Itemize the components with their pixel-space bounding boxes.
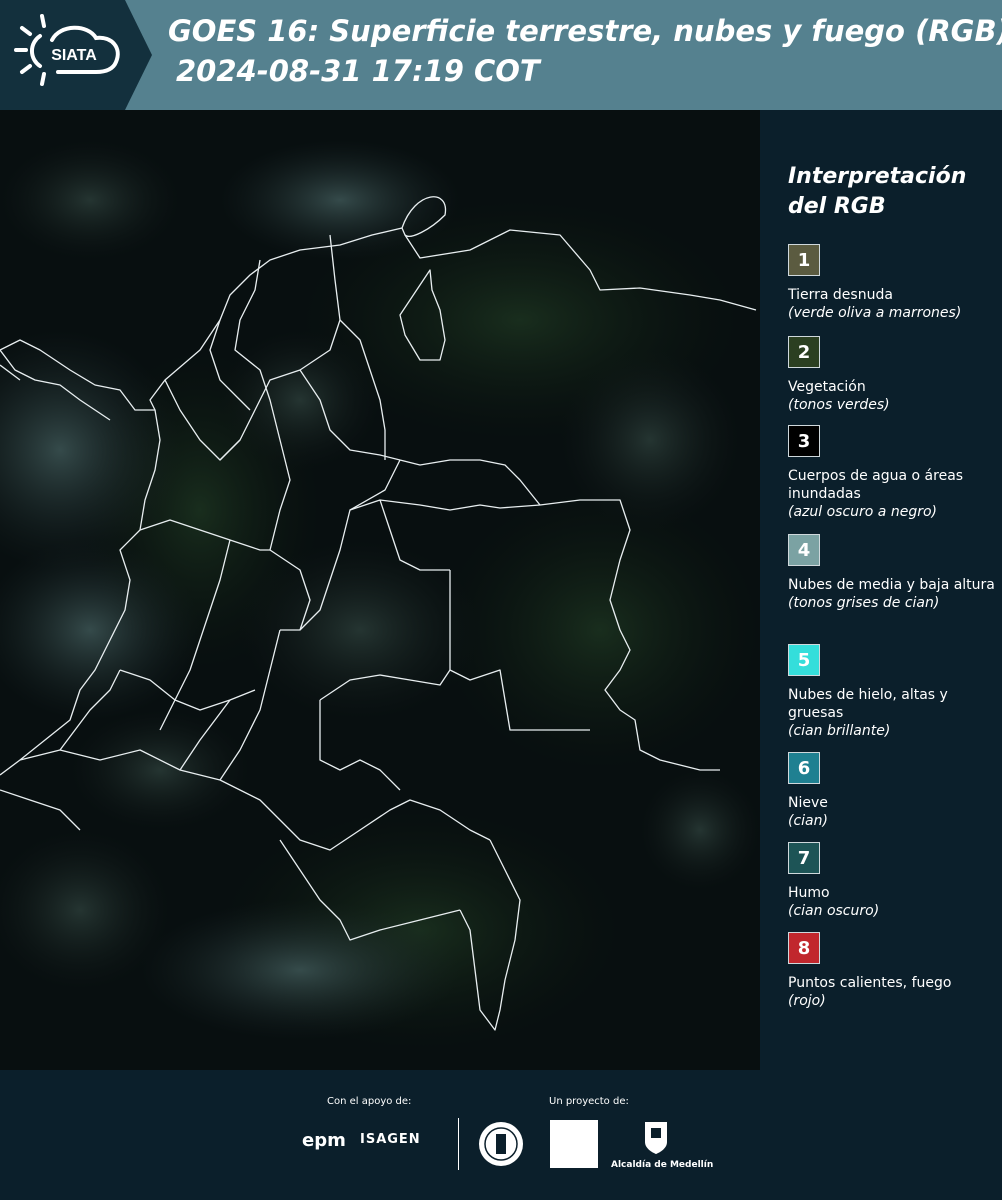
legend-sub: (rojo) bbox=[788, 993, 826, 1009]
legend-swatch: 7 bbox=[788, 842, 820, 874]
seal-icon bbox=[479, 1122, 523, 1166]
legend-item-3: 3 Cuerpos de agua o áreas inundadas (azu… bbox=[788, 425, 998, 521]
legend-item-4: 4 Nubes de media y baja altura (tonos gr… bbox=[788, 534, 998, 612]
alcaldia-label: Alcaldía de Medellín bbox=[611, 1160, 714, 1170]
legend-label: Nubes de media y baja altura bbox=[788, 577, 995, 593]
legend-label: Nubes de hielo, altas y gruesas bbox=[788, 687, 948, 721]
legend-item-6: 6 Nieve (cian) bbox=[788, 752, 998, 830]
legend-swatch: 3 bbox=[788, 425, 820, 457]
logo-text: SIATA bbox=[51, 47, 97, 64]
legend-swatch: 8 bbox=[788, 932, 820, 964]
header-bar: SIATA GOES 16: Superficie terrestre, nub… bbox=[0, 0, 1002, 110]
legend-sub: (verde oliva a marrones) bbox=[788, 305, 962, 321]
legend-item-7: 7 Humo (cian oscuro) bbox=[788, 842, 998, 920]
footer-divider bbox=[458, 1118, 459, 1170]
legend-sub: (cian brillante) bbox=[788, 723, 891, 739]
legend-item-2: 2 Vegetación (tonos verdes) bbox=[788, 336, 998, 414]
legend-swatch: 5 bbox=[788, 644, 820, 676]
legend-swatch: 6 bbox=[788, 752, 820, 784]
legend-item-8: 8 Puntos calientes, fuego (rojo) bbox=[788, 932, 998, 1010]
legend-sub: (azul oscuro a negro) bbox=[788, 504, 937, 520]
legend-swatch: 2 bbox=[788, 336, 820, 368]
legend-sub: (tonos grises de cian) bbox=[788, 595, 940, 611]
legend-label: Nieve bbox=[788, 795, 828, 811]
timestamp: 2024-08-31 17:19 COT bbox=[176, 54, 540, 88]
legend-label: Tierra desnuda bbox=[788, 287, 893, 303]
crest-icon bbox=[645, 1122, 667, 1154]
isagen-logo: ISAGEN bbox=[360, 1132, 421, 1147]
legend-label: Cuerpos de agua o áreas inundadas bbox=[788, 468, 964, 502]
legend-sub: (cian oscuro) bbox=[788, 903, 880, 919]
legend-sub: (cian) bbox=[788, 813, 828, 829]
legend-swatch: 1 bbox=[788, 244, 820, 276]
legend-label: Vegetación bbox=[788, 379, 866, 395]
legend-item-1: 1 Tierra desnuda (verde oliva a marrones… bbox=[788, 244, 998, 322]
project-label: Un proyecto de: bbox=[549, 1096, 629, 1107]
support-label: Con el apoyo de: bbox=[327, 1096, 412, 1107]
epm-logo: epm bbox=[302, 1130, 346, 1151]
satellite-map[interactable] bbox=[0, 110, 760, 1070]
siata-logo: SIATA bbox=[0, 0, 152, 110]
page-title: GOES 16: Superficie terrestre, nubes y f… bbox=[168, 14, 1002, 48]
legend-item-5: 5 Nubes de hielo, altas y gruesas (cian … bbox=[788, 644, 998, 740]
legend-panel: Interpretación del RGB 1 Tierra desnuda … bbox=[760, 110, 1002, 1070]
legend-sub: (tonos verdes) bbox=[788, 397, 890, 413]
legend-title: Interpretación del RGB bbox=[788, 164, 967, 219]
legend-label: Puntos calientes, fuego bbox=[788, 975, 952, 991]
footer-bar: Con el apoyo de: Un proyecto de: epm ISA… bbox=[0, 1070, 1002, 1200]
legend-label: Humo bbox=[788, 885, 830, 901]
area-metropolitana-logo bbox=[550, 1120, 598, 1168]
legend-swatch: 4 bbox=[788, 534, 820, 566]
